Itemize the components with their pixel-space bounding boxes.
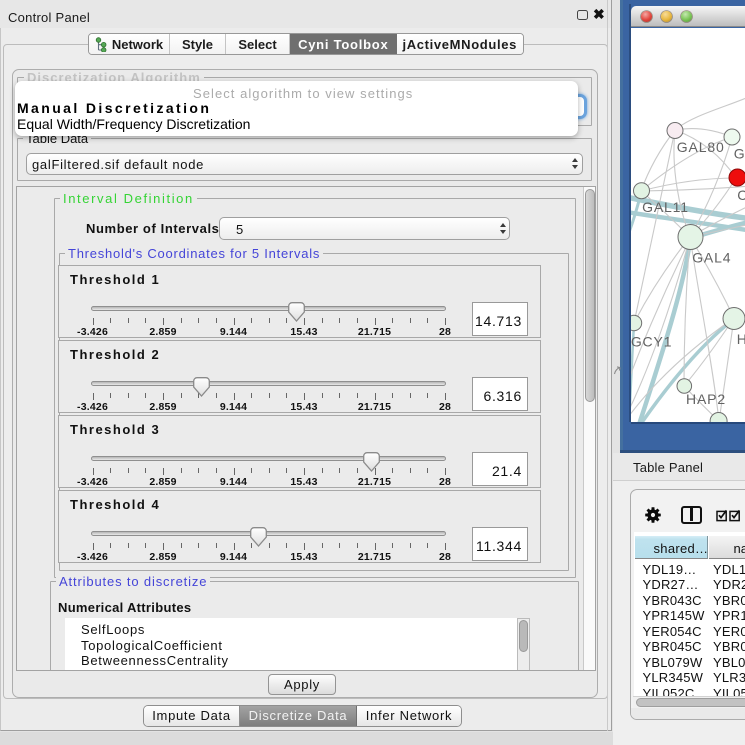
svg-text:GA: GA <box>734 145 745 161</box>
svg-text:GCY1: GCY1 <box>631 334 672 350</box>
svg-text:GAL80: GAL80 <box>677 139 725 155</box>
svg-text:C: C <box>737 187 745 203</box>
svg-text:HAP2: HAP2 <box>686 391 726 407</box>
svg-text:GAL4: GAL4 <box>692 250 731 266</box>
svg-text:GAL11: GAL11 <box>642 199 689 215</box>
svg-text:H: H <box>737 331 745 347</box>
